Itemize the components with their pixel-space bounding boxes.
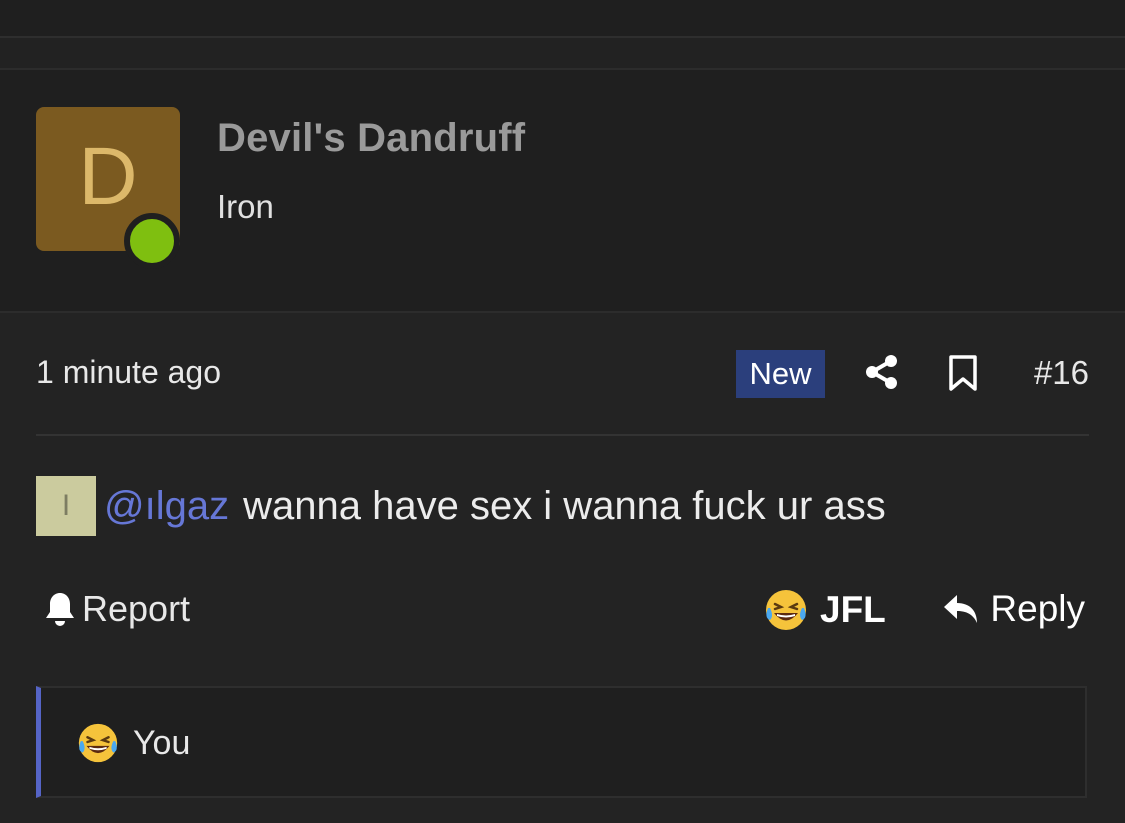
reply-button[interactable]: Reply <box>942 588 1085 630</box>
report-button[interactable]: Report <box>44 588 190 630</box>
new-badge: New <box>736 350 825 398</box>
reactions-summary[interactable]: You <box>36 686 1087 798</box>
post-actions-bar: Report JFL Reply <box>36 584 1089 640</box>
post-meta-bar: 1 minute ago New #16 <box>36 346 1089 402</box>
meta-divider <box>36 434 1089 436</box>
bookmark-icon[interactable] <box>947 354 979 392</box>
previous-post-footer <box>0 0 1125 38</box>
user-mention-link[interactable]: @ılgaz <box>104 484 229 529</box>
reply-label: Reply <box>990 588 1085 629</box>
avatar-letter: D <box>78 131 138 222</box>
mention-avatar[interactable]: I <box>36 476 96 536</box>
post-timestamp[interactable]: 1 minute ago <box>36 354 221 391</box>
laughing-crying-emoji-icon <box>78 723 118 763</box>
post-text: wanna have sex i wanna fuck ur ass <box>243 483 886 528</box>
reaction-label: JFL <box>820 589 886 630</box>
reply-arrow-icon <box>944 595 978 623</box>
post-author-header: D Devil's Dandruff Iron <box>0 70 1125 313</box>
online-status-indicator <box>124 213 180 269</box>
reactions-list: You <box>75 720 190 766</box>
post-separator <box>0 38 1125 70</box>
reaction-button[interactable]: JFL <box>762 586 886 634</box>
post-number-link[interactable]: #16 <box>1034 354 1089 392</box>
reactions-users[interactable]: You <box>133 724 190 763</box>
report-label: Report <box>82 588 191 629</box>
forum-post-page: D Devil's Dandruff Iron 1 minute ago New… <box>0 0 1125 823</box>
author-name[interactable]: Devil's Dandruff <box>217 116 525 161</box>
author-rank: Iron <box>217 188 274 225</box>
share-icon[interactable] <box>864 354 900 390</box>
bell-icon <box>46 593 74 626</box>
laughing-crying-emoji-icon <box>766 590 806 630</box>
post-content: I @ılgaz wanna have sex i wanna fuck ur … <box>36 476 886 536</box>
